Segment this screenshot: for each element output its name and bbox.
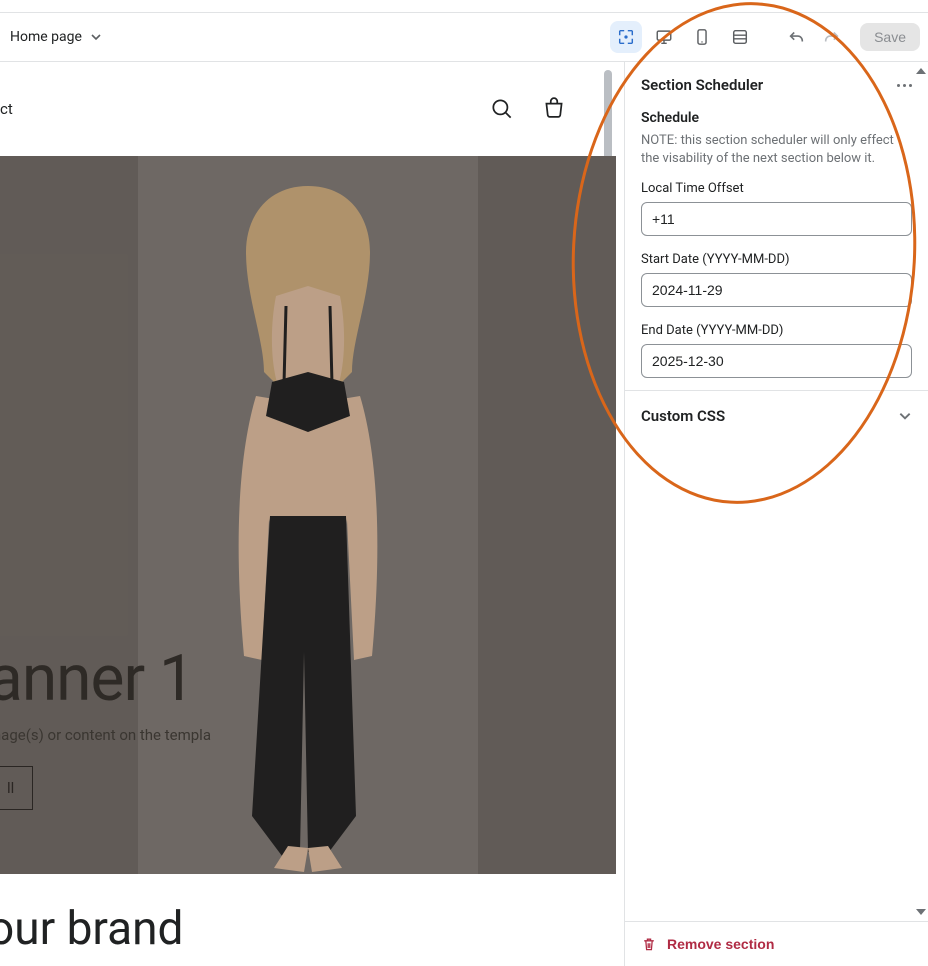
schedule-note: NOTE: this section scheduler will only e… [625, 132, 928, 177]
local-time-offset-label: Local Time Offset [641, 181, 912, 196]
page-selector-label: Home page [10, 29, 82, 45]
local-time-offset-input[interactable] [641, 202, 912, 236]
hero-text-block: anner 1 mage(s) or content on the templa… [0, 641, 211, 810]
scroll-up-indicator [916, 68, 926, 74]
section-actions-menu[interactable] [897, 84, 912, 87]
redo-icon [823, 28, 841, 46]
cart-button[interactable] [532, 87, 576, 131]
storefront-nav-link[interactable]: ct [0, 100, 13, 118]
undo-button[interactable] [780, 21, 812, 53]
start-date-field: Start Date (YYYY-MM-DD) [625, 248, 928, 319]
panel-footer: Remove section [625, 921, 928, 966]
mobile-icon [694, 28, 710, 46]
start-date-input[interactable] [641, 273, 912, 307]
remove-section-label: Remove section [667, 936, 774, 952]
custom-css-toggle[interactable]: Custom CSS [625, 390, 928, 441]
scroll-down-indicator [916, 909, 926, 915]
page-selector[interactable]: Home page [0, 23, 112, 51]
inspector-icon [617, 28, 635, 46]
fullscreen-view-button[interactable] [724, 21, 756, 53]
local-time-offset-field: Local Time Offset [625, 177, 928, 248]
brand-heading: our brand [0, 902, 616, 956]
save-button[interactable]: Save [860, 23, 920, 51]
hero-subtitle: mage(s) or content on the templa [0, 726, 211, 744]
search-button[interactable] [480, 87, 524, 131]
section-header: Section Scheduler [625, 62, 928, 106]
theme-preview: ct [0, 62, 616, 966]
top-bar: Home page [0, 12, 928, 62]
search-icon [489, 96, 515, 122]
inspector-toggle-button[interactable] [610, 21, 642, 53]
device-toggle-group: Save [610, 21, 920, 53]
settings-panel: Section Scheduler Schedule NOTE: this se… [624, 62, 928, 966]
desktop-icon [655, 28, 673, 46]
storefront-header: ct [0, 62, 616, 156]
section-title: Section Scheduler [641, 76, 763, 94]
start-date-label: Start Date (YYYY-MM-DD) [641, 252, 912, 267]
brand-section: our brand [0, 874, 616, 956]
end-date-input[interactable] [641, 344, 912, 378]
chevron-down-icon [90, 31, 102, 43]
end-date-field: End Date (YYYY-MM-DD) [625, 319, 928, 390]
hero-banner[interactable]: anner 1 mage(s) or content on the templa… [0, 156, 616, 874]
chevron-down-icon [898, 409, 912, 423]
redo-button[interactable] [816, 21, 848, 53]
cart-icon [541, 96, 567, 122]
settings-scroll-area[interactable]: Section Scheduler Schedule NOTE: this se… [625, 62, 928, 921]
undo-redo-group [780, 21, 848, 53]
hero-cta-button[interactable]: ll [0, 766, 33, 810]
custom-css-label: Custom CSS [641, 407, 725, 425]
fullscreen-icon [731, 28, 749, 46]
schedule-heading: Schedule [625, 106, 928, 132]
desktop-view-button[interactable] [648, 21, 680, 53]
remove-section-button[interactable]: Remove section [641, 936, 774, 952]
hero-title: anner 1 [0, 641, 211, 716]
trash-icon [641, 936, 657, 952]
mobile-view-button[interactable] [686, 21, 718, 53]
end-date-label: End Date (YYYY-MM-DD) [641, 323, 912, 338]
undo-icon [787, 28, 805, 46]
